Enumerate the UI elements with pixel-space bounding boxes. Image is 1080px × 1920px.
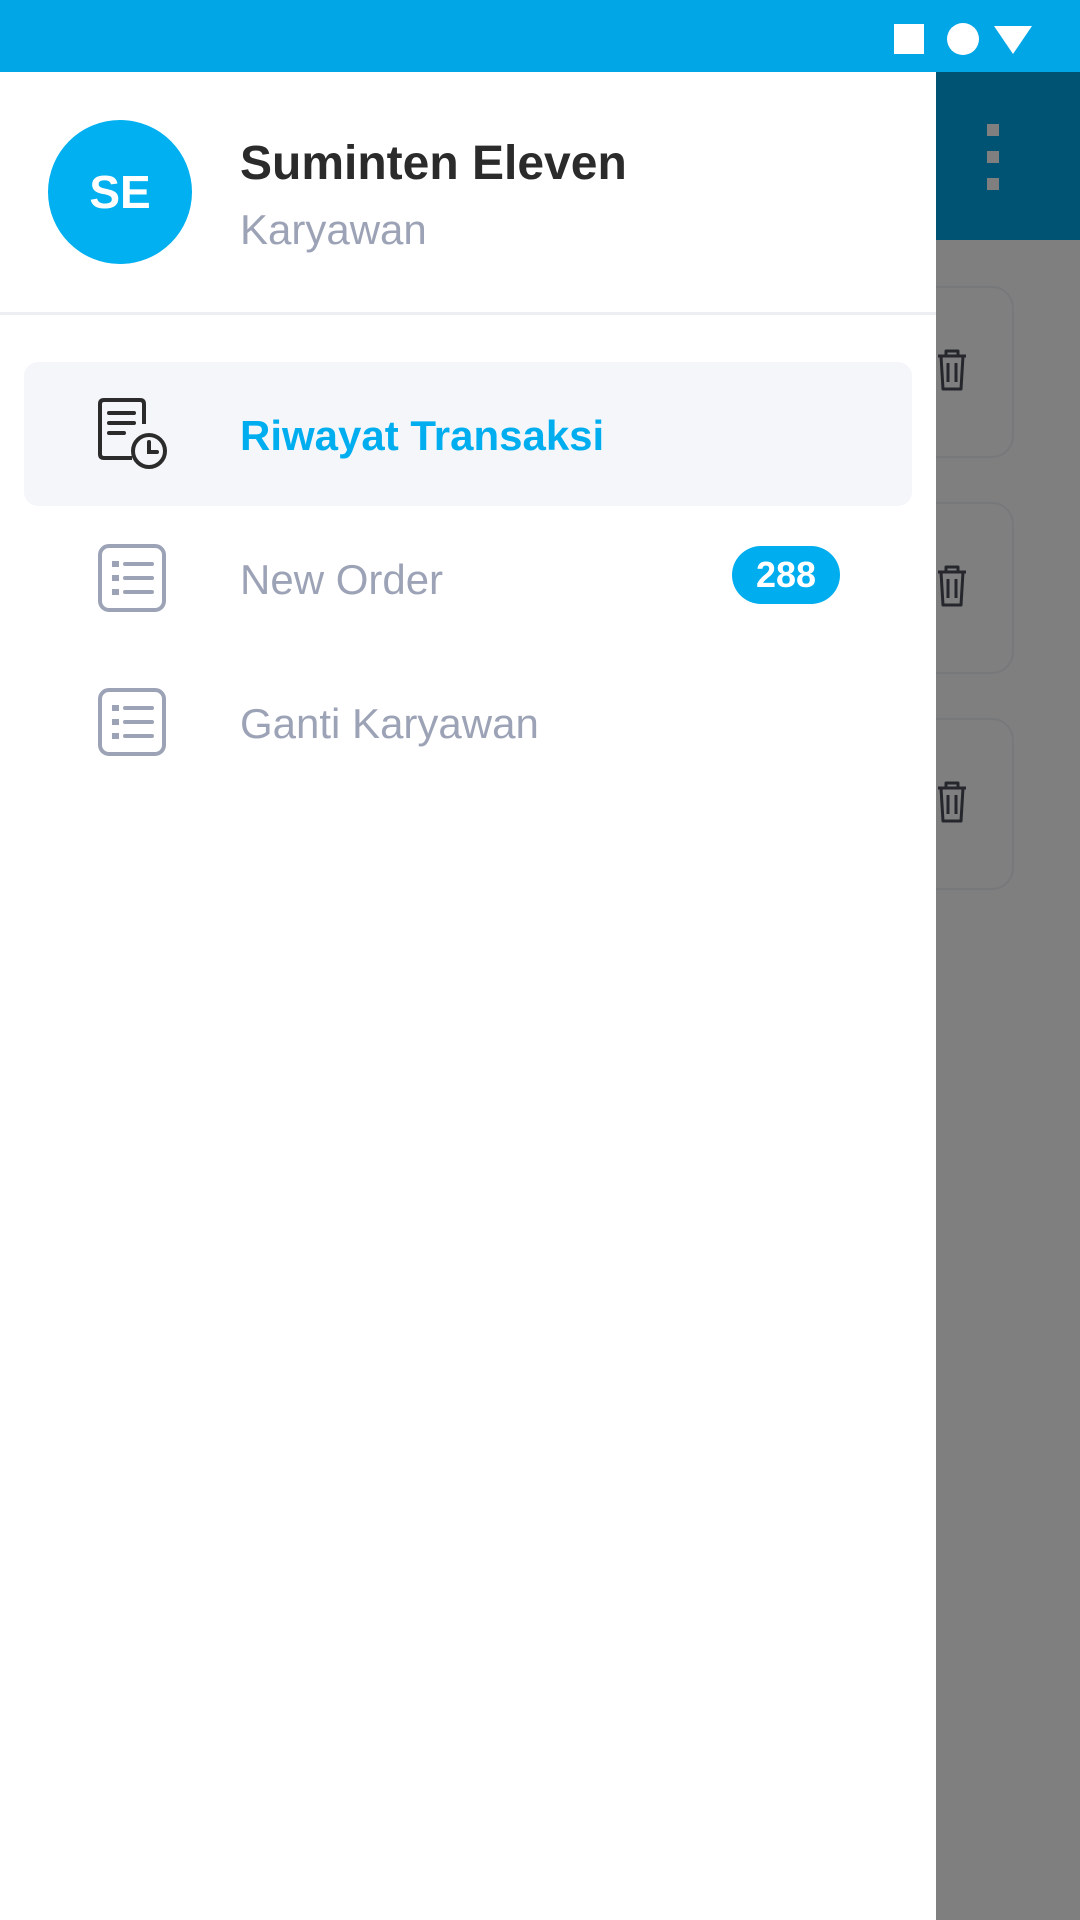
- avatar: SE: [48, 120, 192, 264]
- square-icon: [894, 24, 924, 54]
- drawer-header: SE Suminten Eleven Karyawan: [0, 72, 936, 315]
- menu-item-label: New Order: [240, 556, 444, 603]
- drawer-menu: Riwayat Transaksi New Order 288 Ganti Ka…: [0, 362, 936, 794]
- list-icon: [98, 688, 166, 756]
- user-name: Suminten Eleven: [240, 137, 627, 190]
- triangle-icon: [994, 26, 1032, 54]
- status-bar: [0, 0, 1080, 72]
- menu-item-new-order[interactable]: New Order 288: [24, 506, 912, 650]
- circle-icon: [947, 23, 979, 55]
- navigation-drawer: SE Suminten Eleven Karyawan Riwayat Tran…: [0, 72, 936, 1920]
- menu-item-label: Ganti Karyawan: [240, 700, 539, 747]
- user-role: Karyawan: [240, 206, 427, 253]
- list-icon: [98, 544, 166, 612]
- document-clock-icon: [98, 398, 167, 469]
- menu-item-riwayat-transaksi[interactable]: Riwayat Transaksi: [24, 362, 912, 506]
- count-badge: 288: [732, 546, 840, 604]
- menu-item-ganti-karyawan[interactable]: Ganti Karyawan: [24, 650, 912, 794]
- menu-item-label: Riwayat Transaksi: [240, 412, 605, 459]
